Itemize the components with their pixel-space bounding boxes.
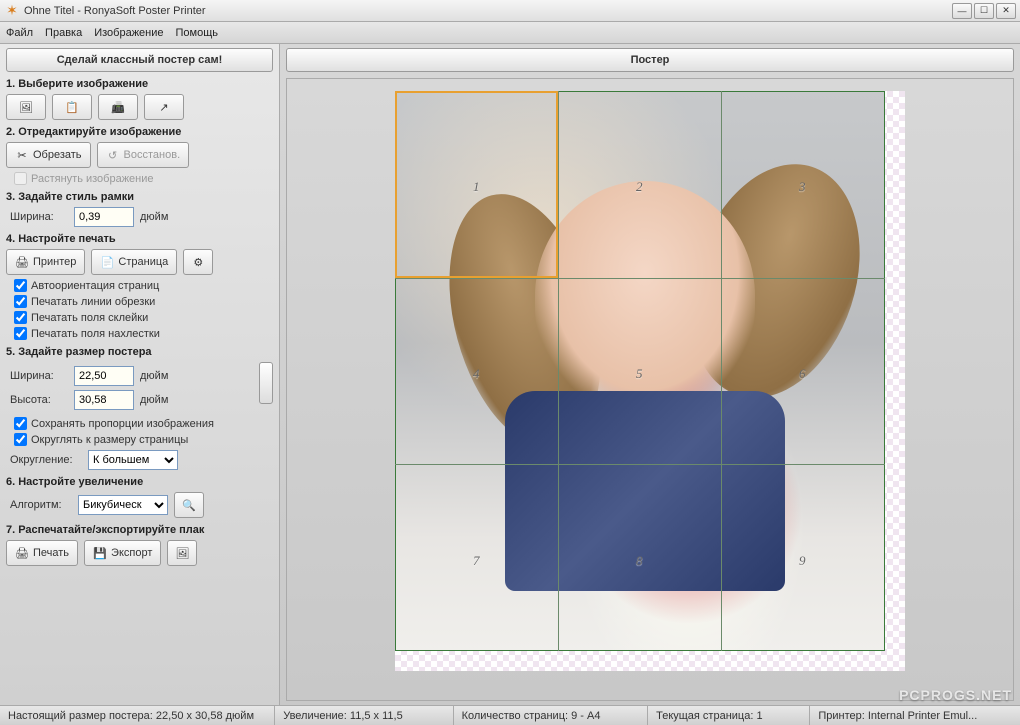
autoorient-label: Автоориентация страниц [31,280,159,292]
poster-width-label: Ширина: [10,370,68,382]
print-icon: 🖨 [15,546,29,560]
rounding-select[interactable]: К большем [88,450,178,470]
printer-icon: 🖨 [15,255,29,269]
cutlines-label: Печатать линии обрезки [31,296,155,308]
scan-button[interactable]: 📠 [98,94,138,120]
status-real-size: Настоящий размер постера: 22,50 x 30,58 … [0,706,275,725]
poster-width-input[interactable] [74,366,134,386]
crop-button[interactable]: ✂Обрезать [6,142,91,168]
poster-width-unit: дюйм [140,370,168,382]
export-extra-button[interactable]: 🖼 [167,540,197,566]
app-icon: ✶ [4,3,20,19]
rounding-label: Округление: [10,454,82,466]
external-button[interactable]: ↗ [144,94,184,120]
status-printer: Принтер: Internal Printer Emul... [810,706,1020,725]
page-extra-button[interactable]: ⚙ [183,249,213,275]
maximize-button[interactable]: ☐ [974,3,994,19]
overlapfields-label: Печатать поля нахлестки [31,328,160,340]
scanner-icon: 📠 [111,100,125,114]
promo-button[interactable]: Сделай классный постер сам! [6,48,273,72]
image-icon: 🖼 [19,100,33,114]
section-4-title: 4. Настройте печать [6,233,273,245]
cutlines-checkbox[interactable] [14,295,27,308]
keep-aspect-checkbox[interactable] [14,417,27,430]
stretch-checkbox [14,172,27,185]
frame-width-unit: дюйм [140,211,168,223]
keep-aspect-label: Сохранять пропорции изображения [31,418,214,430]
magnifier-icon: 🔍 [182,498,196,512]
window-title: Ohne Titel - RonyaSoft Poster Printer [24,5,952,17]
round-page-checkbox[interactable] [14,433,27,446]
minimize-button[interactable]: — [952,3,972,19]
statusbar: Настоящий размер постера: 22,50 x 30,58 … [0,705,1020,725]
paste-button[interactable]: 📋 [52,94,92,120]
section-1-title: 1. Выберите изображение [6,78,273,90]
algorithm-label: Алгоритм: [10,499,72,511]
status-pages: Количество страниц: 9 - A4 [454,706,649,725]
export-icon: 💾 [93,546,107,560]
section-7-title: 7. Распечатайте/экспортируйте плак [6,524,273,536]
restore-button[interactable]: ↺Восстанов. [97,142,190,168]
stretch-checkbox-row: Растянуть изображение [14,172,273,185]
frame-width-label: Ширина: [10,211,68,223]
frame-width-input[interactable] [74,207,134,227]
image-export-icon: 🖼 [175,546,189,560]
poster-height-label: Высота: [10,394,68,406]
export-button[interactable]: 💾Экспорт [84,540,161,566]
status-zoom: Увеличение: 11,5 x 11,5 [275,706,453,725]
poster-canvas[interactable]: 1 2 3 4 5 6 7 8 9 [395,91,905,671]
size-scroll-indicator[interactable] [259,362,273,404]
external-icon: ↗ [157,100,171,114]
stretch-label: Растянуть изображение [31,173,154,185]
section-3-title: 3. Задайте стиль рамки [6,191,273,203]
gluefields-checkbox[interactable] [14,311,27,324]
open-image-button[interactable]: 🖼 [6,94,46,120]
poster-header: Постер [286,48,1014,72]
crop-icon: ✂ [15,148,29,162]
titlebar: ✶ Ohne Titel - RonyaSoft Poster Printer … [0,0,1020,22]
poster-height-input[interactable] [74,390,134,410]
restore-icon: ↺ [106,148,120,162]
print-button[interactable]: 🖨Печать [6,540,78,566]
watermark: PCPROGS.NET [899,687,1012,703]
poster-image [395,91,885,651]
settings-icon: ⚙ [191,255,205,269]
menu-file[interactable]: Файл [6,27,33,39]
menubar: Файл Правка Изображение Помощь [0,22,1020,44]
poster-height-unit: дюйм [140,394,168,406]
clipboard-icon: 📋 [65,100,79,114]
round-page-label: Округлять к размеру страницы [31,434,188,446]
section-5-title: 5. Задайте размер постера [6,346,273,358]
section-2-title: 2. Отредактируйте изображение [6,126,273,138]
menu-help[interactable]: Помощь [176,27,219,39]
printer-button[interactable]: 🖨Принтер [6,249,85,275]
close-button[interactable]: ✕ [996,3,1016,19]
canvas-wrap: 1 2 3 4 5 6 7 8 9 [286,78,1014,701]
status-current-page: Текущая страница: 1 [648,706,810,725]
autoorient-checkbox[interactable] [14,279,27,292]
sidebar: Сделай классный постер сам! 1. Выберите … [0,44,280,705]
gluefields-label: Печатать поля склейки [31,312,148,324]
section-6-title: 6. Настройте увеличение [6,476,273,488]
menu-image[interactable]: Изображение [94,27,163,39]
preview-area: Постер 1 2 [280,44,1020,705]
zoom-preview-button[interactable]: 🔍 [174,492,204,518]
page-icon: 📄 [100,255,114,269]
overlapfields-checkbox[interactable] [14,327,27,340]
menu-edit[interactable]: Правка [45,27,82,39]
algorithm-select[interactable]: Бикубическ [78,495,168,515]
page-button[interactable]: 📄Страница [91,249,177,275]
